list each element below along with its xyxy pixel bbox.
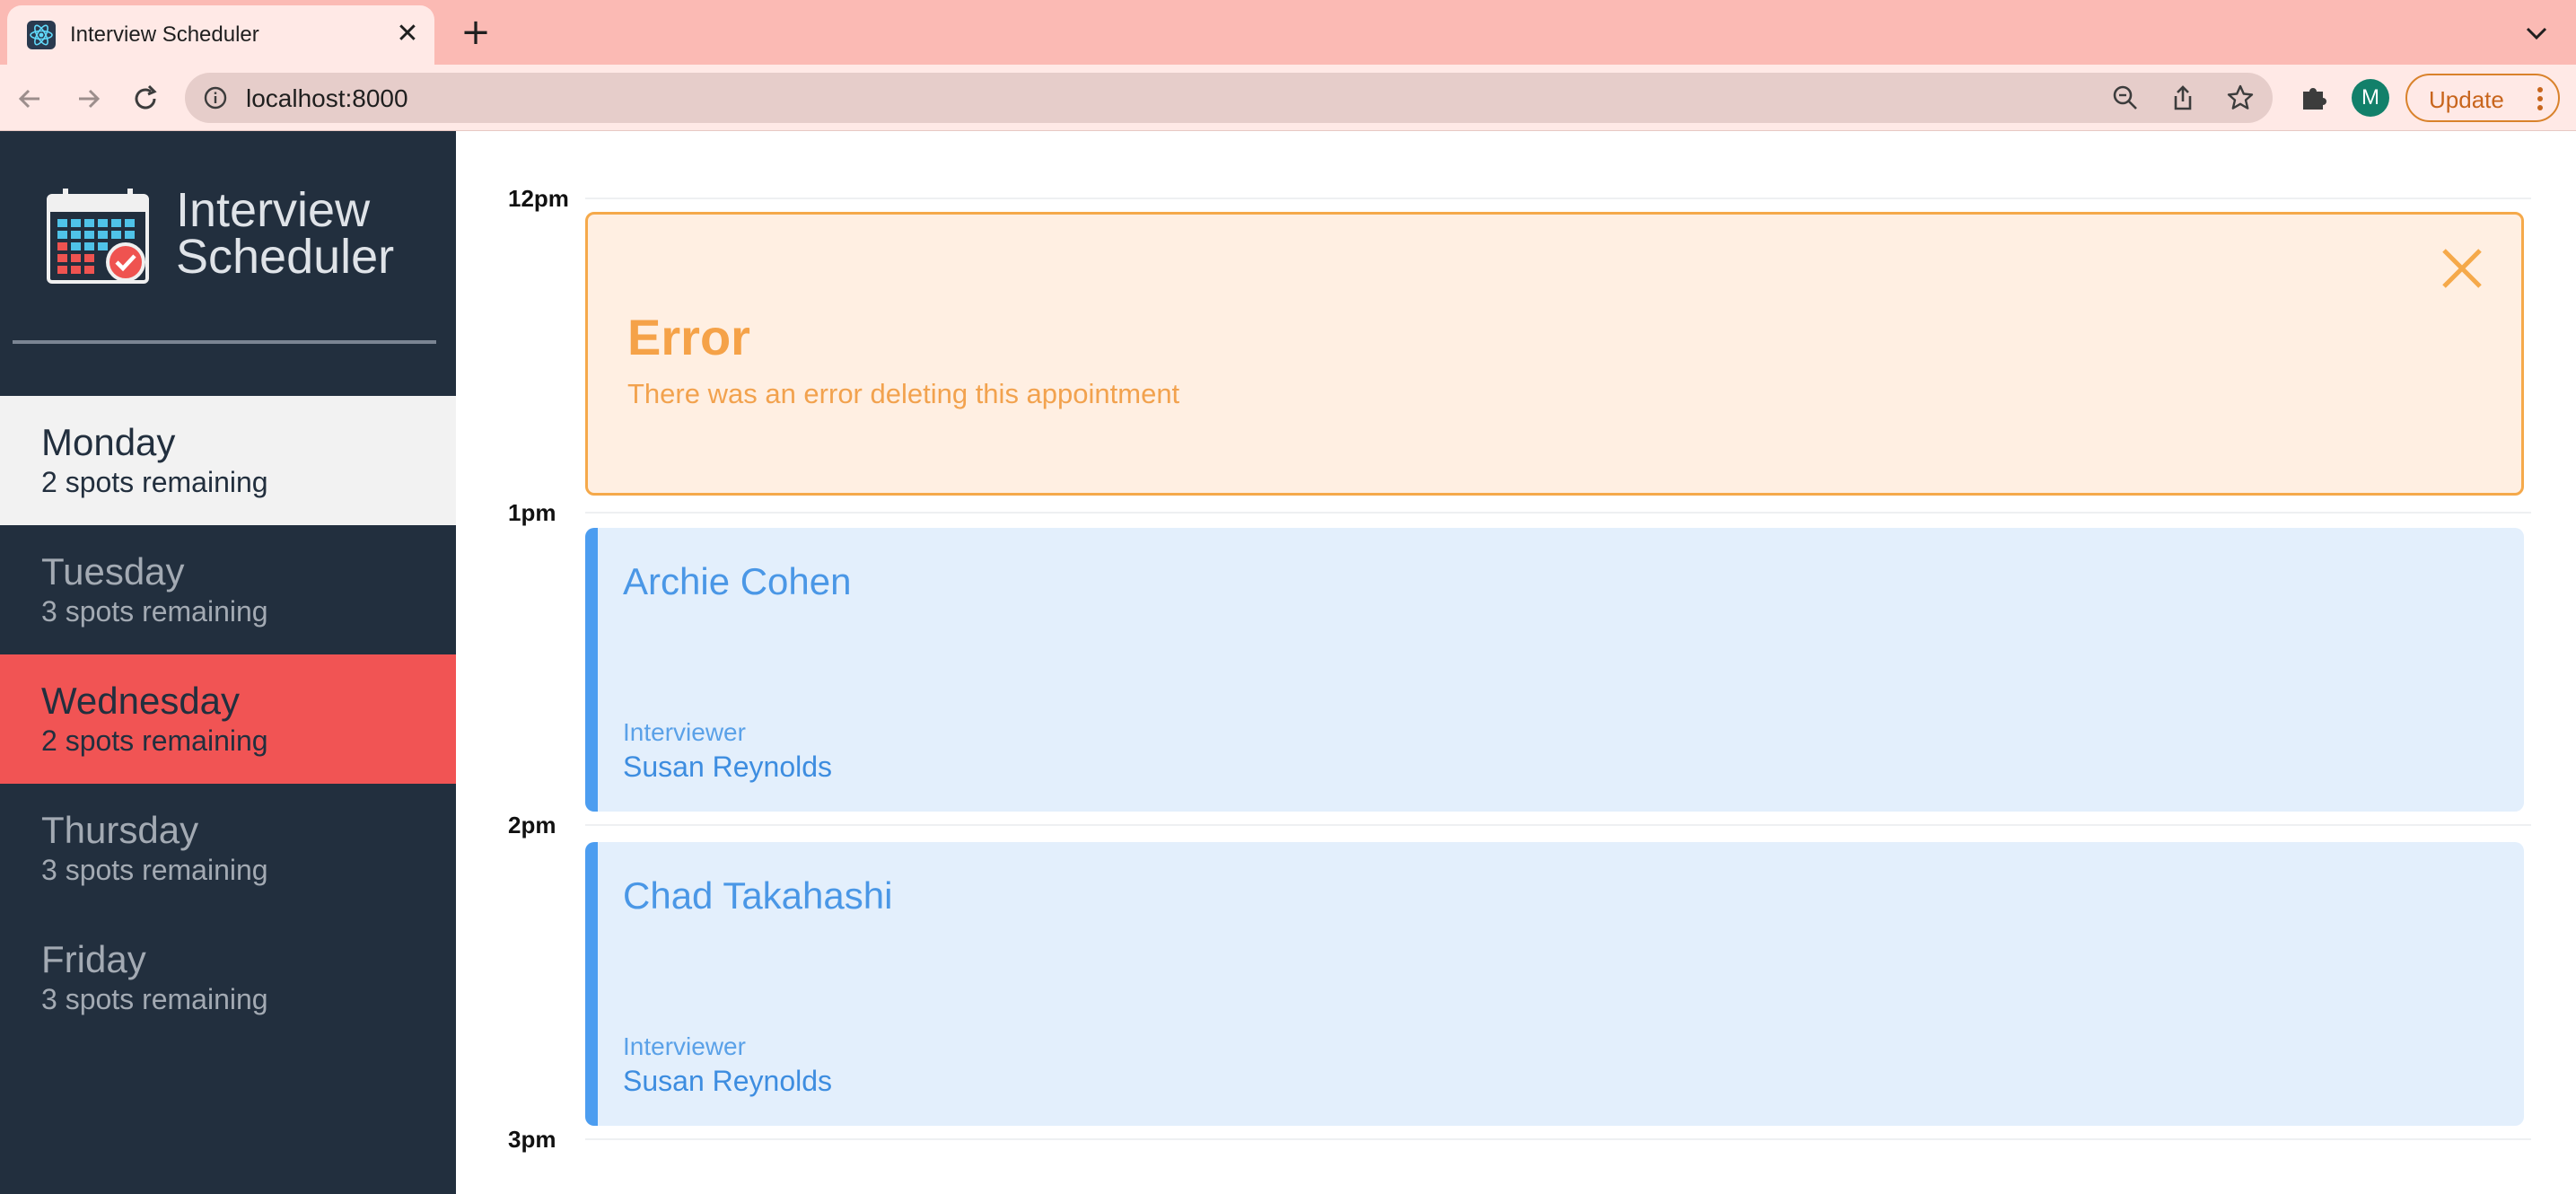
tab-list-chevron-icon[interactable]: [2519, 18, 2554, 50]
update-label: Update: [2429, 86, 2504, 113]
browser-tab[interactable]: Interview Scheduler ✕: [7, 5, 434, 65]
bookmark-star-icon[interactable]: [2226, 83, 2255, 112]
share-icon[interactable]: [2169, 83, 2197, 112]
tab-title: Interview Scheduler: [70, 22, 259, 47]
day-name: Tuesday: [41, 550, 185, 593]
update-button[interactable]: Update: [2405, 74, 2560, 122]
day-list-item-tuesday[interactable]: Tuesday 3 spots remaining: [0, 525, 456, 654]
day-spots: 3 spots remaining: [41, 983, 268, 1015]
sidebar-divider: [13, 340, 436, 344]
time-divider: [585, 824, 2531, 826]
day-spots: 3 spots remaining: [41, 854, 268, 886]
day-name: Wednesday: [41, 680, 241, 722]
day-spots: 2 spots remaining: [41, 724, 268, 757]
day-spots: 3 spots remaining: [41, 595, 268, 628]
reload-icon[interactable]: [127, 81, 163, 117]
browser-toolbar: localhost:8000 M Update: [0, 65, 2576, 131]
back-arrow-icon[interactable]: [13, 81, 48, 117]
logo-line-1: Interview: [176, 183, 371, 237]
error-card: Error There was an error deleting this a…: [585, 212, 2524, 496]
site-info-icon[interactable]: [203, 85, 228, 110]
browser-tab-bar: Interview Scheduler ✕ +: [0, 0, 2576, 65]
address-bar[interactable]: localhost:8000: [185, 73, 2273, 123]
more-menu-icon[interactable]: [2537, 86, 2544, 111]
time-label-3pm: 3pm: [508, 1126, 556, 1153]
day-list-item-thursday[interactable]: Thursday 3 spots remaining: [0, 784, 456, 913]
appointment-accent-bar: [585, 528, 598, 812]
day-name: Monday: [41, 421, 176, 463]
extensions-puzzle-icon[interactable]: [2296, 81, 2330, 115]
student-name: Archie Cohen: [623, 560, 852, 602]
time-label-2pm: 2pm: [508, 812, 556, 838]
app-logo-text: Interview Scheduler: [176, 183, 395, 284]
day-name: Friday: [41, 938, 146, 980]
interviewer-name: Susan Reynolds: [623, 751, 833, 783]
close-icon[interactable]: [2435, 241, 2489, 295]
sidebar: Interview Scheduler Monday 2 spots remai…: [0, 131, 456, 1194]
day-list-item-friday[interactable]: Friday 3 spots remaining: [0, 913, 456, 1042]
time-label-1pm: 1pm: [508, 499, 556, 526]
time-label-12pm: 12pm: [508, 185, 569, 212]
time-divider: [585, 512, 2531, 514]
new-tab-button[interactable]: +: [458, 14, 494, 50]
interviewer-label: Interviewer: [623, 718, 746, 746]
zoom-icon[interactable]: [2111, 83, 2140, 112]
logo-line-2: Scheduler: [176, 230, 395, 284]
day-list-item-monday[interactable]: Monday 2 spots remaining: [0, 396, 456, 525]
calendar-logo-icon: [45, 187, 151, 285]
day-name: Thursday: [41, 809, 199, 851]
interviewer-label: Interviewer: [623, 1032, 746, 1060]
url-text[interactable]: localhost:8000: [246, 84, 408, 113]
appointment-card[interactable]: Archie Cohen Interviewer Susan Reynolds: [585, 528, 2524, 812]
time-divider: [585, 1138, 2531, 1140]
time-divider: [585, 198, 2531, 199]
forward-arrow-icon[interactable]: [70, 81, 106, 117]
error-message: There was an error deleting this appoint…: [627, 378, 1180, 409]
student-name: Chad Takahashi: [623, 874, 893, 917]
interviewer-name: Susan Reynolds: [623, 1065, 833, 1097]
day-list-item-wednesday[interactable]: Wednesday 2 spots remaining: [0, 654, 456, 784]
appointment-card[interactable]: Chad Takahashi Interviewer Susan Reynold…: [585, 842, 2524, 1126]
error-title: Error: [627, 309, 750, 365]
profile-avatar[interactable]: M: [2352, 79, 2389, 117]
appointment-accent-bar: [585, 842, 598, 1126]
tab-close-icon[interactable]: ✕: [391, 18, 424, 50]
day-spots: 2 spots remaining: [41, 466, 268, 498]
react-favicon-icon: [27, 21, 56, 49]
schedule-main: 12pm Error There was an error deleting t…: [456, 131, 2576, 1194]
